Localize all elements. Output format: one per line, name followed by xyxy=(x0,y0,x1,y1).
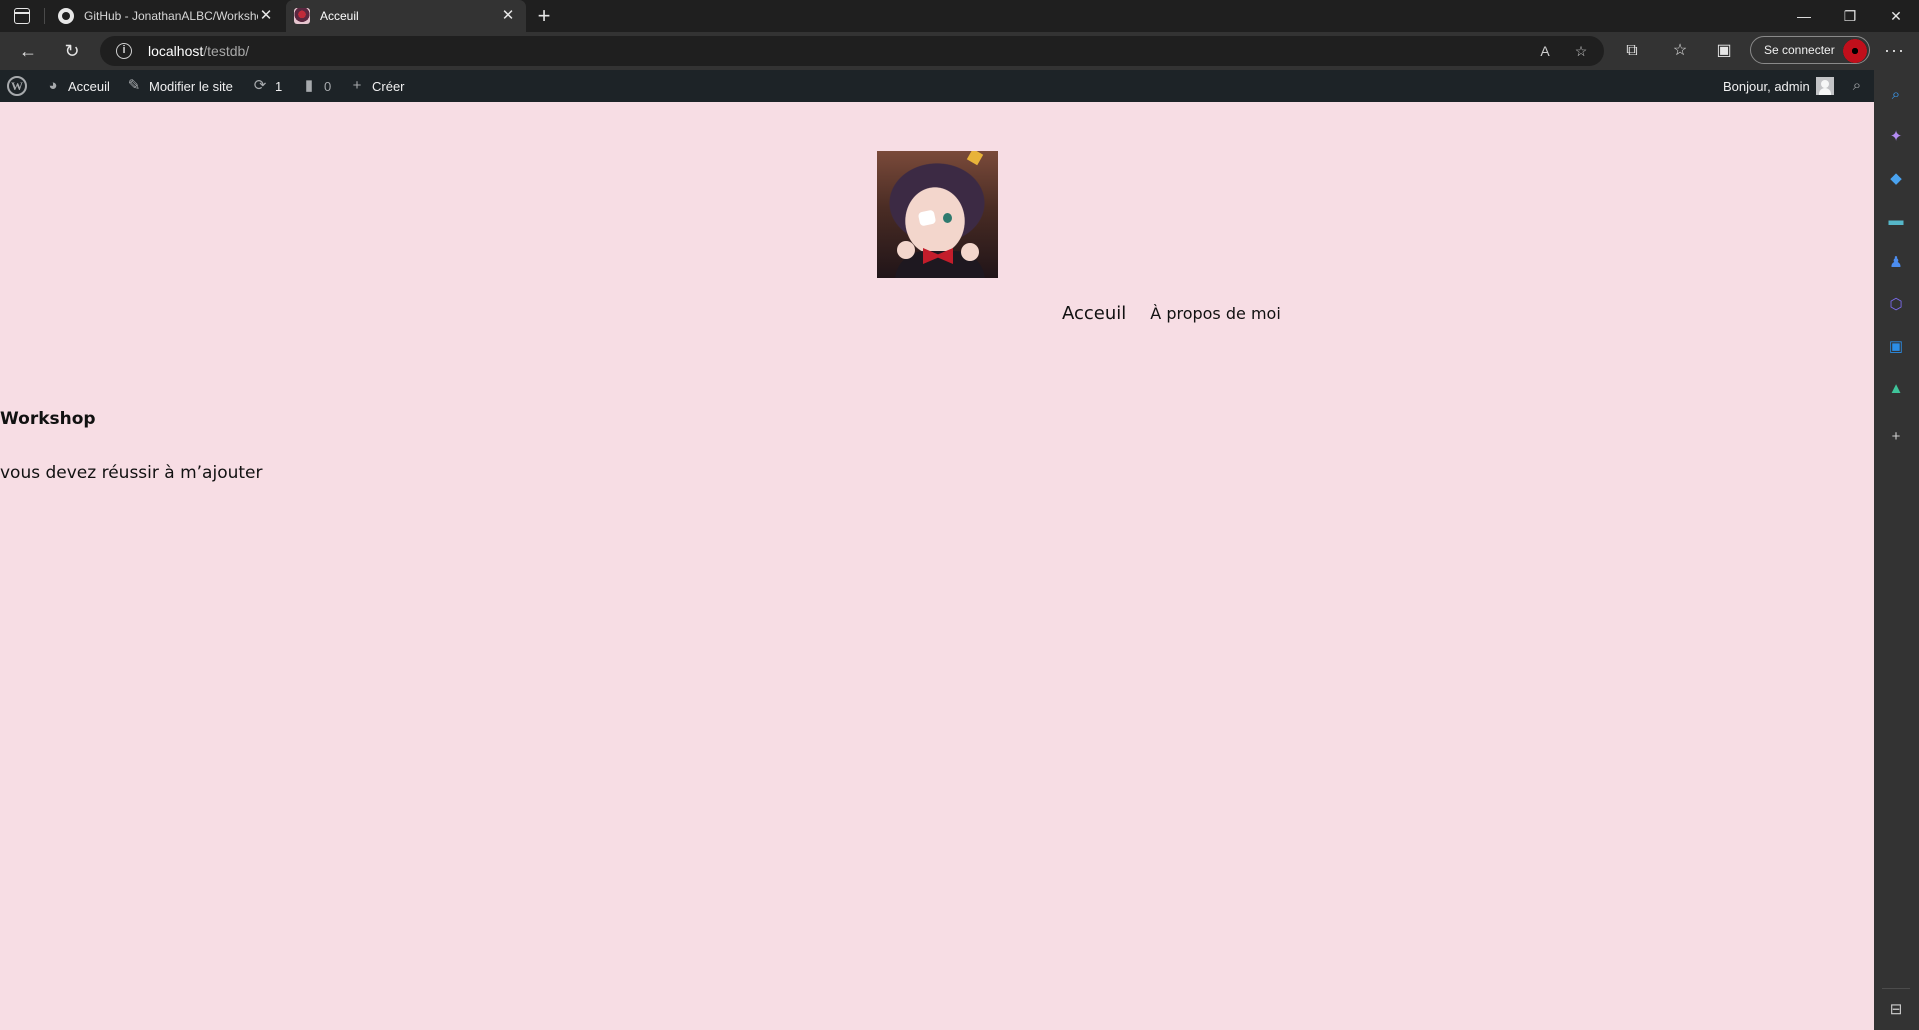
admin-greeting: Bonjour, admin xyxy=(1723,78,1810,94)
profile-avatar xyxy=(1843,39,1867,63)
microsoft-365-icon[interactable]: ⬡ xyxy=(1886,295,1906,315)
url-path: /testdb/ xyxy=(203,43,250,59)
hide-sidebar-icon[interactable]: ⊟ xyxy=(1886,1000,1906,1020)
admin-bar-edit-site[interactable]: ✎ Modifier le site xyxy=(125,70,233,102)
admin-bar-home-label: Acceuil xyxy=(68,78,110,94)
nav-link-about[interactable]: À propos de moi xyxy=(1150,304,1280,323)
post-text: vous devez réussir à m’ajouter xyxy=(0,463,263,483)
admin-bar-home[interactable]: ◕ Acceuil xyxy=(44,70,110,102)
drop-icon[interactable]: ▲ xyxy=(1886,379,1906,399)
extensions-icon[interactable]: ⧉ xyxy=(1622,41,1642,61)
add-favorite-icon[interactable]: ☆ xyxy=(1572,42,1590,60)
back-button[interactable]: ← xyxy=(18,41,38,61)
copilot-icon[interactable]: ✦ xyxy=(1886,127,1906,147)
outlook-icon[interactable]: ▣ xyxy=(1886,337,1906,357)
tab-title: Acceuil xyxy=(320,9,359,23)
sign-in-button[interactable]: Se connecter xyxy=(1750,36,1870,64)
search-icon: ⌕ xyxy=(1852,77,1862,94)
wordpress-logo-icon: W xyxy=(7,76,27,96)
brush-icon: ✎ xyxy=(127,77,141,94)
admin-bar-updates[interactable]: ⟳ 1 xyxy=(251,70,283,102)
post-title: Workshop xyxy=(0,409,96,429)
edge-sidebar: ⌕ ✦ ◆ ▬ ♟ ⬡ ▣ ▲ + ⊟ xyxy=(1874,70,1919,1030)
tab-separator xyxy=(44,8,45,24)
wp-admin-bar: W ◕ Acceuil ✎ Modifier le site ⟳ 1 ▮ 0 +… xyxy=(0,70,1874,102)
close-tab-icon[interactable]: ✕ xyxy=(258,8,274,24)
admin-bar-edit-site-label: Modifier le site xyxy=(149,78,233,94)
tab-acceuil[interactable]: Acceuil ✕ xyxy=(286,0,526,32)
add-sidebar-app-icon[interactable]: + xyxy=(1886,427,1906,447)
more-options-icon[interactable]: ··· xyxy=(1884,41,1905,59)
favorites-icon[interactable]: ☆ xyxy=(1670,41,1690,61)
site-info-icon[interactable]: i xyxy=(116,43,132,59)
updates-count: 1 xyxy=(275,78,283,94)
url-text[interactable]: localhost/testdb/ xyxy=(148,43,249,59)
restore-button[interactable]: ❐ xyxy=(1827,0,1873,32)
comments-count: 0 xyxy=(324,78,332,94)
minimize-button[interactable]: — xyxy=(1781,0,1827,32)
tools-icon[interactable]: ▬ xyxy=(1886,211,1906,231)
dashboard-icon: ◕ xyxy=(48,77,58,94)
site-navigation: Acceuil À propos de moi xyxy=(1062,303,1281,324)
address-toolbar: ← ↻ i localhost/testdb/ A ☆ ⧉ ☆ ▣ Se con… xyxy=(0,32,1919,70)
address-bar[interactable]: i localhost/testdb/ A ☆ xyxy=(100,36,1604,66)
site-logo[interactable] xyxy=(877,151,998,278)
logo-eye-patch xyxy=(917,209,937,227)
logo-eye xyxy=(943,213,952,223)
plus-icon: + xyxy=(352,77,362,94)
games-icon[interactable]: ♟ xyxy=(1886,253,1906,273)
sign-in-label: Se connecter xyxy=(1764,43,1835,57)
read-aloud-icon[interactable]: A xyxy=(1536,42,1554,60)
refresh-button[interactable]: ↻ xyxy=(62,41,82,61)
tab-github[interactable]: GitHub - JonathanALBC/Worksho ✕ xyxy=(50,0,284,32)
logo-hand xyxy=(961,243,979,261)
logo-hairclip xyxy=(966,151,984,166)
close-tab-icon[interactable]: ✕ xyxy=(500,8,516,24)
nav-link-home[interactable]: Acceuil xyxy=(1062,303,1126,324)
admin-avatar xyxy=(1815,77,1834,95)
browser-tab-bar: GitHub - JonathanALBC/Worksho ✕ Acceuil … xyxy=(0,0,1919,32)
collections-icon[interactable]: ▣ xyxy=(1714,41,1734,61)
new-tab-button[interactable]: + xyxy=(534,5,554,27)
tab-title: GitHub - JonathanALBC/Worksho xyxy=(84,9,258,23)
url-host: localhost xyxy=(148,43,204,59)
logo-hand xyxy=(897,241,915,259)
tab-actions-icon[interactable] xyxy=(14,8,30,24)
site-page: Acceuil À propos de moi Workshop vous de… xyxy=(0,102,1874,1030)
shopping-tag-icon[interactable]: ◆ xyxy=(1886,169,1906,189)
admin-bar-account[interactable]: Bonjour, admin xyxy=(1723,70,1834,102)
comment-icon: ▮ xyxy=(304,77,314,94)
site-favicon-icon xyxy=(294,8,310,24)
admin-bar-create-label: Créer xyxy=(372,78,405,94)
search-icon[interactable]: ⌕ xyxy=(1886,85,1906,105)
wp-logo-menu[interactable]: W xyxy=(7,70,27,102)
github-icon xyxy=(58,8,74,24)
admin-bar-search[interactable]: ⌕ xyxy=(1848,70,1872,102)
sidebar-divider xyxy=(1882,988,1910,989)
admin-bar-create[interactable]: + Créer xyxy=(348,70,405,102)
admin-bar-comments[interactable]: ▮ 0 xyxy=(300,70,331,102)
updates-icon: ⟳ xyxy=(253,77,267,94)
close-window-button[interactable]: ✕ xyxy=(1873,0,1919,32)
